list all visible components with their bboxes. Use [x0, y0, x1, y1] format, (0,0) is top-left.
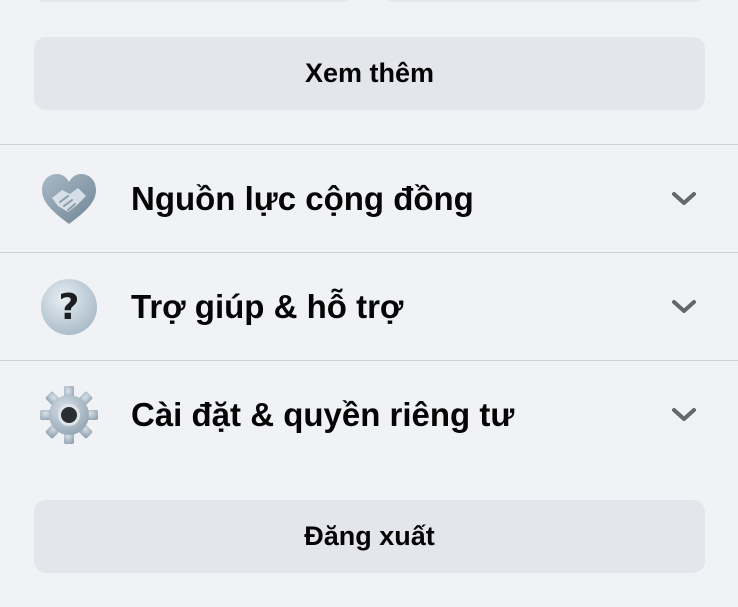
menu-item-community-resources[interactable]: Nguồn lực cộng đồng [0, 146, 738, 252]
shortcut-card-right[interactable] [384, 0, 704, 2]
handshake-heart-icon [38, 168, 100, 230]
divider [0, 360, 738, 361]
menu-item-label: Cài đặt & quyền riêng tư [131, 396, 515, 433]
menu-item-help-support[interactable]: ? Trợ giúp & hỗ trợ [0, 254, 738, 360]
see-more-button[interactable]: Xem thêm [34, 37, 705, 110]
menu-page: Xem thêm Nguồn lực cộng đồng ? Trợ giúp … [0, 0, 738, 607]
menu-item-label: Trợ giúp & hỗ trợ [131, 288, 404, 325]
logout-button[interactable]: Đăng xuất [34, 500, 705, 573]
chevron-down-icon[interactable] [670, 401, 698, 429]
svg-text:?: ? [59, 287, 80, 328]
chevron-down-icon[interactable] [670, 185, 698, 213]
logout-label: Đăng xuất [304, 521, 435, 551]
chevron-down-icon[interactable] [670, 293, 698, 321]
gear-icon [38, 384, 100, 446]
menu-item-settings-privacy[interactable]: Cài đặt & quyền riêng tư [0, 362, 738, 468]
see-more-label: Xem thêm [304, 58, 435, 88]
menu-item-label: Nguồn lực cộng đồng [131, 180, 474, 217]
divider [0, 144, 738, 145]
divider [0, 252, 738, 253]
help-question-icon: ? [38, 276, 100, 338]
shortcut-card-left[interactable] [34, 0, 352, 2]
